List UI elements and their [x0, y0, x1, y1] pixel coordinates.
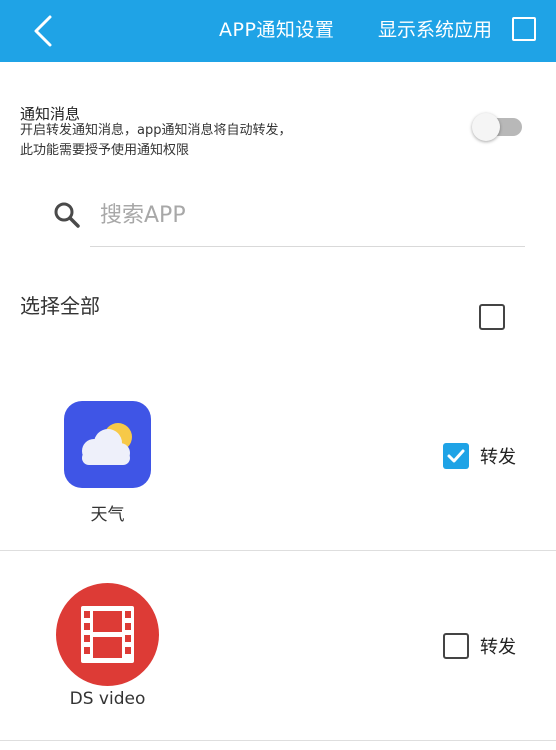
forward-label: 转发: [480, 637, 516, 658]
film-icon: [81, 606, 134, 663]
search-underline: [90, 246, 525, 247]
search-input[interactable]: [100, 193, 520, 237]
chevron-left-icon: [34, 15, 52, 47]
forward-checkbox[interactable]: [443, 443, 469, 469]
toggle-knob: [472, 113, 500, 141]
page-title: APP通知设置: [219, 19, 335, 41]
back-button[interactable]: [28, 12, 58, 50]
app-bar: APP通知设置 显示系统应用: [0, 0, 556, 62]
weather-icon: [82, 423, 132, 465]
row-divider: [0, 550, 556, 551]
app-icon-ds-video: [56, 583, 159, 686]
app-name: 天气: [90, 505, 125, 525]
forward-checkbox[interactable]: [443, 633, 469, 659]
search-icon: [54, 202, 80, 228]
show-system-apps-checkbox[interactable]: [512, 17, 536, 41]
row-divider: [0, 740, 556, 741]
select-all-checkbox[interactable]: [479, 304, 505, 330]
notification-description: 开启转发通知消息，app通知消息将自动转发， 此功能需要授予使用通知权限: [20, 121, 291, 161]
notification-description-line-2: 此功能需要授予使用通知权限: [20, 143, 190, 158]
notification-description-line-1: 开启转发通知消息，app通知消息将自动转发，: [20, 123, 292, 138]
check-icon: [447, 449, 465, 463]
show-system-apps-label[interactable]: 显示系统应用: [378, 17, 492, 43]
notification-toggle[interactable]: [472, 113, 522, 141]
forward-label: 转发: [480, 447, 516, 468]
app-name: DS video: [69, 689, 146, 709]
select-all-label: 选择全部: [20, 294, 100, 318]
app-icon-weather: [64, 401, 151, 488]
